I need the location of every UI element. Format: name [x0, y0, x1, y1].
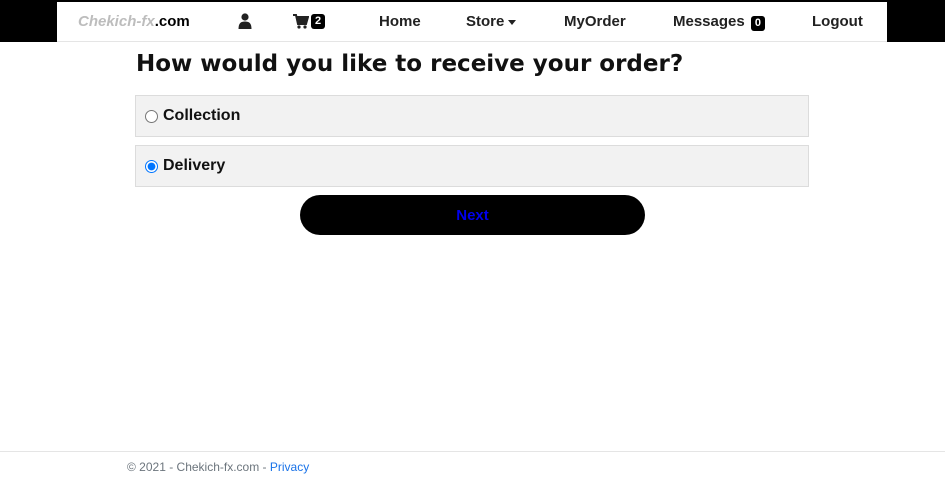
footer-text: © 2021 - Chekich-fx.com - Privacy — [127, 460, 309, 474]
nav-store[interactable]: Store — [466, 13, 517, 30]
delivery-radio[interactable] — [145, 159, 158, 173]
option-delivery[interactable]: Delivery — [135, 145, 809, 187]
messages-count-badge: 0 — [750, 16, 766, 31]
privacy-link[interactable]: Privacy — [270, 460, 309, 474]
nav-messages[interactable]: Messages 0 — [673, 13, 766, 31]
nav-myorder[interactable]: MyOrder — [564, 13, 626, 30]
option-delivery-label: Delivery — [163, 157, 226, 174]
option-collection-label: Collection — [163, 107, 241, 124]
page-title: How would you like to receive your order… — [136, 51, 684, 77]
footer: © 2021 - Chekich-fx.com - Privacy — [0, 451, 945, 480]
brand-domain: .com — [154, 13, 190, 30]
nav-logout[interactable]: Logout — [812, 13, 863, 30]
shopping-cart-icon — [293, 14, 309, 29]
user-icon[interactable] — [238, 13, 252, 29]
brand-logo[interactable]: Chekich-fx.com — [78, 13, 190, 30]
nav-messages-label: Messages — [673, 13, 745, 30]
option-collection[interactable]: Collection — [135, 95, 809, 137]
nav-home[interactable]: Home — [379, 13, 421, 30]
brand-name: Chekich-fx — [78, 13, 155, 30]
collection-radio[interactable] — [145, 109, 158, 123]
navbar: Chekich-fx.com 2 Home Store MyOrder Mess… — [57, 2, 887, 42]
caret-down-icon — [508, 19, 517, 25]
nav-store-label: Store — [466, 13, 505, 30]
cart-link[interactable]: 2 — [293, 14, 326, 29]
next-button[interactable]: Next — [300, 195, 645, 235]
copyright-text: © 2021 - Chekich-fx.com - — [127, 460, 270, 474]
cart-count-badge: 2 — [311, 14, 326, 29]
